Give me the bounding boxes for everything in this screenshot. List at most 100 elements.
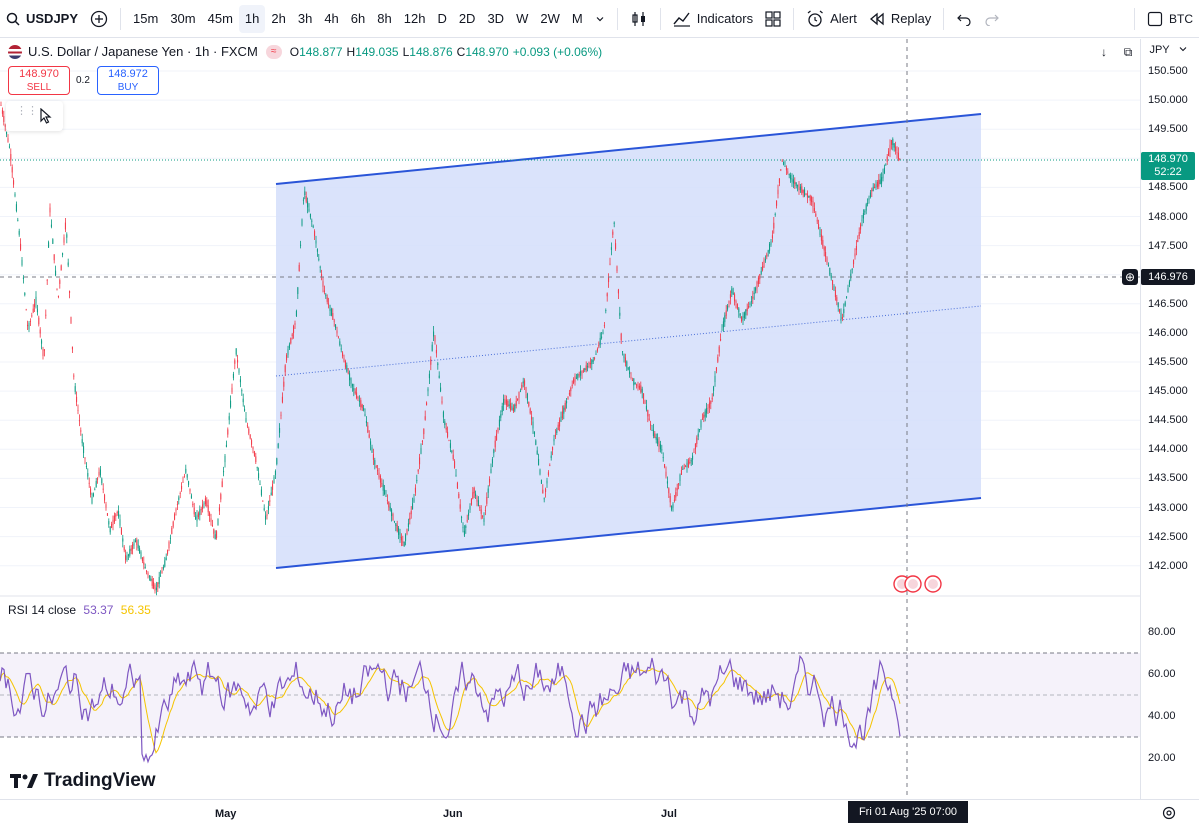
buy-button[interactable]: 148.972 BUY — [97, 66, 159, 95]
interval-2D[interactable]: 2D — [453, 0, 482, 38]
interval-M[interactable]: M — [566, 0, 589, 38]
candle-body — [211, 524, 213, 527]
candle-body — [423, 428, 425, 435]
candle-body — [732, 292, 734, 295]
sell-button[interactable]: 148.970 SELL — [8, 66, 70, 95]
interval-45m[interactable]: 45m — [202, 0, 239, 38]
candle-body — [272, 484, 274, 490]
candle-body — [675, 492, 677, 498]
interval-12h[interactable]: 12h — [398, 0, 432, 38]
candle-body — [545, 488, 547, 493]
watchlist-toggle[interactable]: BTC — [1141, 0, 1199, 38]
redo-button[interactable] — [978, 0, 1006, 38]
candle-body — [6, 131, 8, 135]
interval-dropdown[interactable] — [589, 0, 611, 38]
candle-body — [153, 581, 155, 589]
candle-body — [228, 416, 230, 420]
candle-body — [511, 406, 513, 410]
interval-2W[interactable]: 2W — [534, 0, 566, 38]
dots-icon[interactable]: ≈ — [265, 44, 282, 59]
interval-2h[interactable]: 2h — [265, 0, 291, 38]
candle-body — [252, 446, 254, 450]
currency-button[interactable]: JPY — [1141, 44, 1195, 56]
candle-body — [113, 515, 115, 523]
undo-icon — [957, 14, 971, 26]
interval-W[interactable]: W — [510, 0, 534, 38]
candle-body — [472, 492, 474, 499]
interval-1h[interactable]: 1h — [238, 4, 266, 33]
candle-body — [861, 219, 863, 221]
high-value-group: H149.035 — [347, 45, 399, 59]
candle-body — [872, 186, 874, 191]
candle-body — [469, 506, 471, 510]
candle-body — [269, 500, 271, 502]
candle-body — [378, 472, 380, 478]
interval-3D[interactable]: 3D — [481, 0, 510, 38]
candle-body — [217, 518, 219, 526]
candle-body — [819, 229, 821, 235]
candle-body — [302, 199, 304, 201]
toolbar-divider — [1134, 7, 1135, 30]
price-tick-label: 143.000 — [1148, 501, 1188, 514]
candle-body — [339, 341, 341, 346]
candle-body — [869, 192, 871, 198]
interval-15m[interactable]: 15m — [127, 0, 164, 38]
candle-body — [340, 348, 342, 350]
drag-handle-icon[interactable]: ⋮⋮ — [16, 106, 38, 117]
candle-body — [477, 500, 479, 507]
interval-3h[interactable]: 3h — [292, 0, 318, 38]
candle-body — [438, 375, 440, 378]
candle-body — [316, 249, 318, 252]
add-alert-plus-icon[interactable]: ⊕ — [1122, 269, 1138, 285]
candle-body — [638, 386, 640, 389]
interval-4h[interactable]: 4h — [318, 0, 344, 38]
candle-body — [412, 503, 414, 510]
candle-body — [806, 193, 808, 198]
candle-body — [335, 324, 337, 329]
candle-body — [232, 373, 234, 379]
rsi-tick-label: 40.00 — [1148, 710, 1176, 722]
candle-body — [399, 532, 401, 538]
candle-body — [276, 458, 278, 465]
price-tick-label: 150.500 — [1148, 65, 1188, 77]
interval-D[interactable]: D — [431, 0, 452, 38]
candle-body — [542, 489, 544, 494]
candle-body — [781, 160, 783, 162]
candle-body — [188, 481, 190, 485]
candle-body — [645, 405, 647, 410]
chart-canvas[interactable] — [0, 39, 1140, 799]
layouts-button[interactable] — [759, 0, 787, 38]
replay-button[interactable]: Replay — [863, 0, 937, 38]
candle-body — [400, 536, 402, 541]
drawing-toolbar-floating[interactable]: ⋮⋮ — [6, 101, 63, 131]
candle-body — [573, 379, 575, 384]
candle-body — [441, 401, 443, 403]
candle-body — [505, 399, 507, 406]
candle-body — [785, 167, 787, 171]
chart-type-button[interactable] — [624, 0, 654, 38]
alert-button[interactable]: Alert — [800, 0, 863, 38]
time-axis[interactable] — [0, 799, 1199, 829]
symbol-search[interactable]: USDJPY — [0, 0, 84, 38]
compare-symbol-button[interactable] — [84, 0, 114, 38]
candle-body — [771, 235, 773, 239]
right-symbol-label: BTC — [1169, 11, 1193, 26]
interval-8h[interactable]: 8h — [371, 0, 397, 38]
settings-gear-icon[interactable] — [1162, 806, 1176, 820]
candle-body — [769, 243, 771, 251]
candle-body — [64, 222, 66, 230]
toolbar-divider — [616, 7, 618, 30]
symbol-name: USDJPY — [26, 11, 79, 26]
interval-30m[interactable]: 30m — [164, 0, 201, 38]
candle-body — [143, 562, 145, 565]
indicators-button[interactable]: Indicators — [667, 0, 759, 38]
candle-body — [466, 520, 468, 522]
candle-body — [504, 398, 506, 404]
undo-button[interactable] — [950, 0, 978, 38]
interval-6h[interactable]: 6h — [345, 0, 371, 38]
candle-body — [739, 313, 741, 316]
fullscreen-icon[interactable]: ⧉ — [1118, 45, 1138, 61]
cursor-arrow-icon[interactable] — [39, 108, 53, 124]
candle-body — [218, 507, 220, 512]
download-icon[interactable]: ↓ — [1094, 45, 1114, 61]
